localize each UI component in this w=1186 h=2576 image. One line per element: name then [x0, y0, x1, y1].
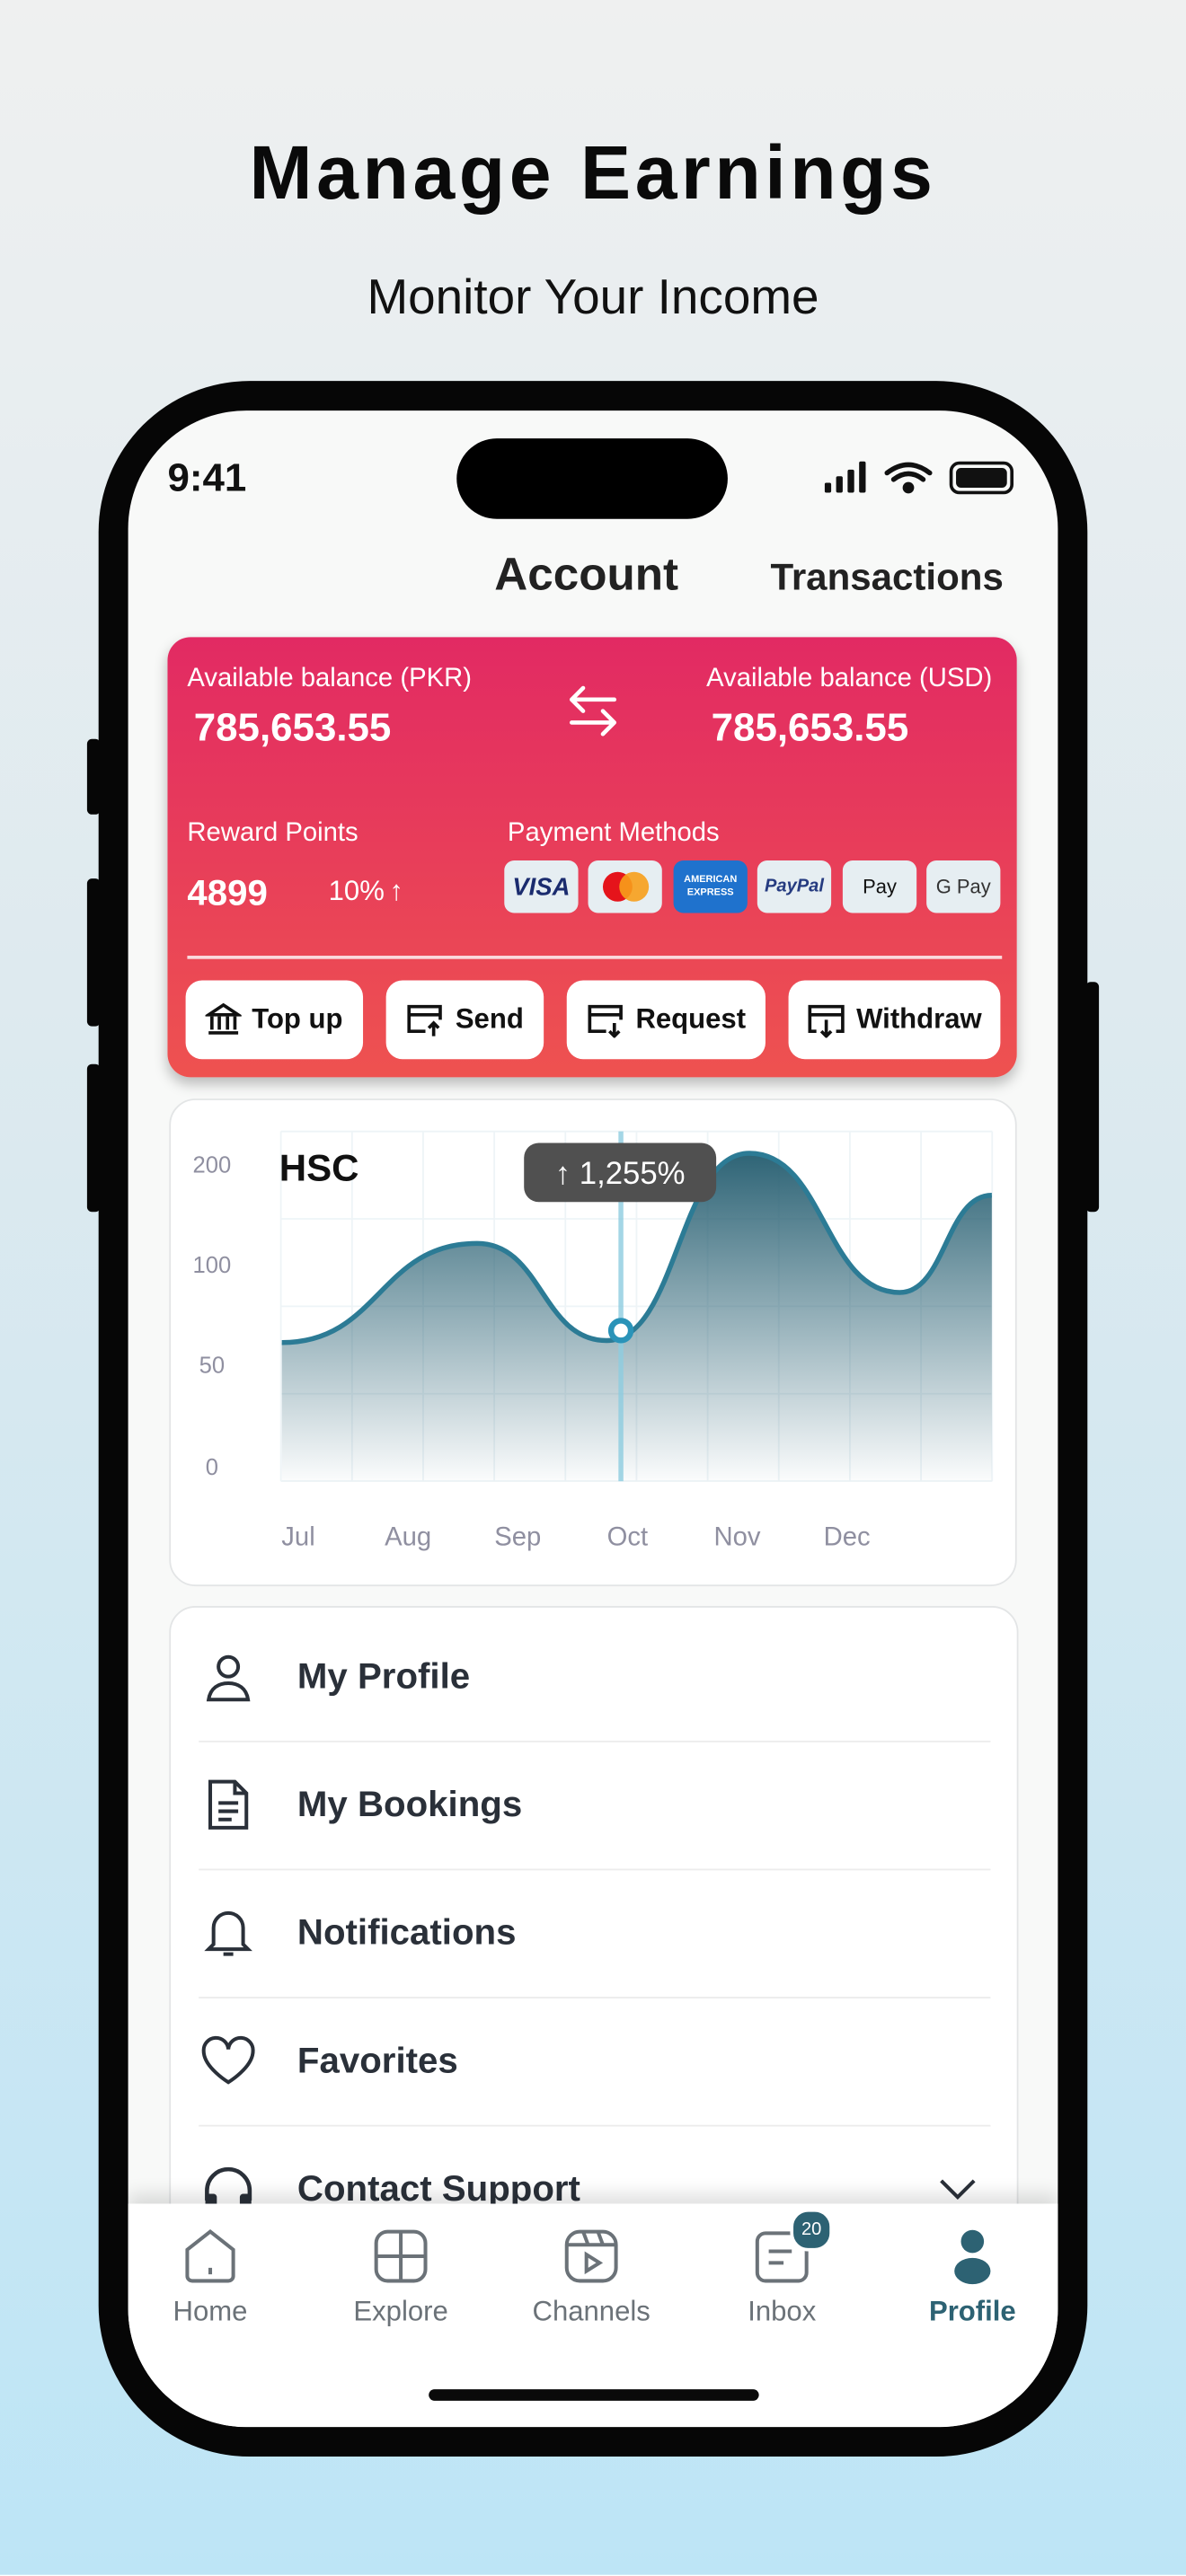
- y-tick-label: 200: [193, 1152, 232, 1178]
- chart-title: HSC: [279, 1147, 359, 1189]
- x-tick-label: Aug: [385, 1522, 431, 1551]
- tab-home[interactable]: Home: [128, 2227, 301, 2328]
- x-tick-label: Jul: [281, 1522, 314, 1551]
- earnings-chart[interactable]: 0 50 100 200 Jul Aug Sep Oct Nov Dec HSC ↑ 1,255%: [128, 410, 1058, 1644]
- y-tick-label: 100: [193, 1253, 232, 1278]
- hero-title: Manage Earnings: [249, 129, 937, 216]
- home-indicator: [429, 2389, 759, 2401]
- x-tick-label: Nov: [714, 1522, 761, 1551]
- grid-icon: [374, 2229, 428, 2283]
- chart-card: 0 50 100 200 Jul Aug Sep Oct Nov Dec HSC ↑ 1,255%: [169, 1098, 1017, 1587]
- phone-screen: 9:41 Account Transactions Available bala…: [128, 410, 1058, 2428]
- app-store-screenshot: Manage Earnings Monitor Your Income 9:41…: [0, 0, 1186, 2575]
- hero-subtitle: Monitor Your Income: [367, 270, 819, 325]
- menu-item-my-profile[interactable]: My Profile: [199, 1612, 991, 1742]
- tab-channels[interactable]: Channels: [501, 2227, 682, 2328]
- heart-icon: [199, 2032, 258, 2091]
- menu-item-notifications[interactable]: Notifications: [199, 1869, 991, 1998]
- user-icon: [199, 1647, 258, 1707]
- document-icon: [199, 1775, 258, 1834]
- tab-explore[interactable]: Explore: [311, 2227, 491, 2328]
- y-tick-label: 50: [199, 1353, 225, 1378]
- y-tick-label: 0: [206, 1455, 218, 1480]
- x-tick-label: Dec: [824, 1522, 871, 1551]
- video-icon: [564, 2229, 618, 2283]
- home-icon: [185, 2229, 235, 2283]
- bell-icon: [199, 1903, 258, 1963]
- menu-item-favorites[interactable]: Favorites: [199, 1997, 991, 2127]
- tab-profile[interactable]: Profile: [882, 2227, 1058, 2328]
- profile-icon: [954, 2229, 991, 2285]
- chevron-down-icon[interactable]: [938, 2175, 978, 2201]
- x-tick-label: Oct: [607, 1522, 649, 1551]
- bottom-tab-bar: Home Explore Channels Inbox 20 Profile: [128, 2203, 1058, 2428]
- inbox-badge: 20: [790, 2208, 833, 2252]
- phone-power-button: [1085, 982, 1100, 1213]
- menu-item-my-bookings[interactable]: My Bookings: [199, 1741, 991, 1871]
- x-tick-label: Sep: [494, 1522, 541, 1551]
- account-menu: My Profile My Bookings Notifications Fav…: [169, 1606, 1019, 2299]
- highlight-point: [607, 1318, 634, 1344]
- tooltip-label: ↑ 1,255%: [555, 1157, 686, 1191]
- tab-inbox[interactable]: Inbox 20: [692, 2208, 872, 2328]
